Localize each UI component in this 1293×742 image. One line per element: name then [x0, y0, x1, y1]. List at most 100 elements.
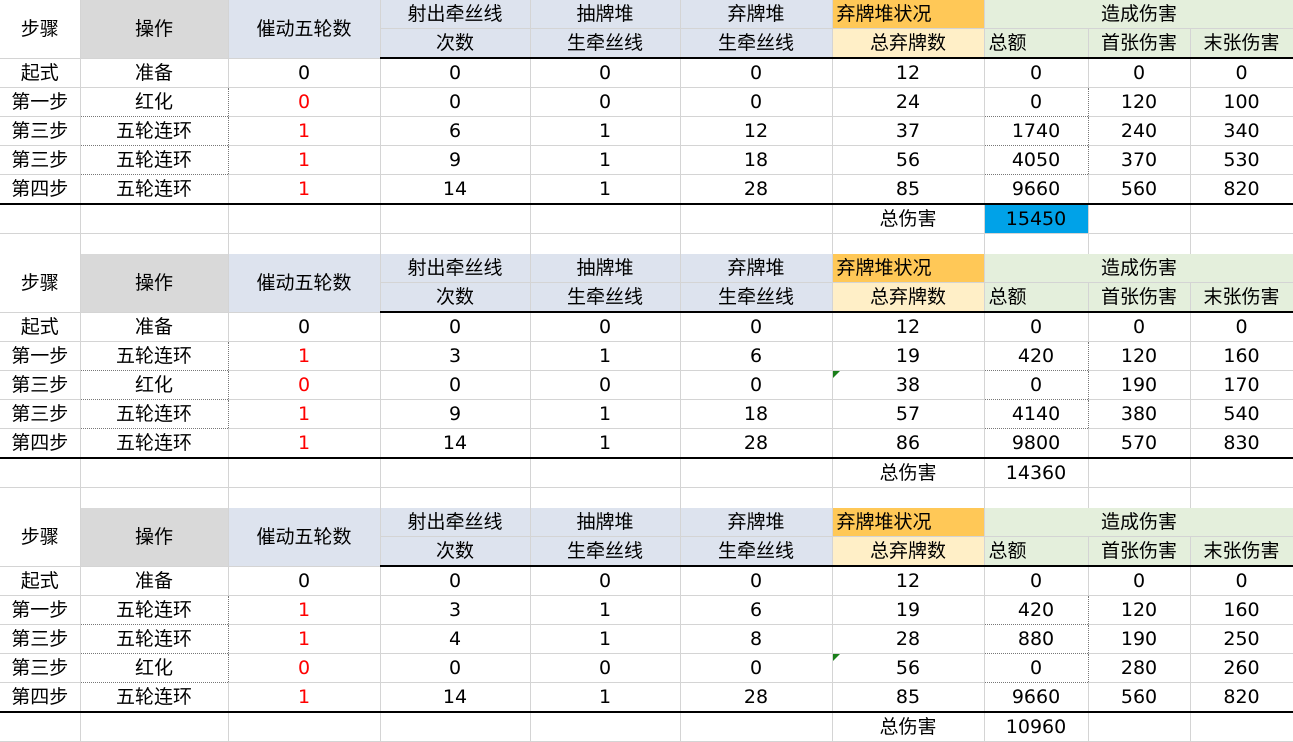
cell-draw-threads[interactable]: 1 — [530, 341, 681, 371]
cell-total[interactable]: 0 — [984, 312, 1089, 342]
cell-total-discards[interactable]: 19 — [832, 341, 985, 371]
cell-first-damage[interactable]: 190 — [1088, 370, 1191, 400]
cell-last-damage[interactable]: 0 — [1190, 58, 1293, 88]
cell-draw-threads[interactable]: 0 — [530, 87, 681, 117]
header-draw-threads[interactable]: 生牵丝线 — [530, 28, 681, 59]
header-total[interactable]: 总额 — [984, 536, 1089, 567]
cell-wheels[interactable]: 0 — [228, 58, 381, 88]
header-shoot[interactable]: 射出牵丝线 — [380, 254, 531, 283]
cell-discard-threads[interactable]: 0 — [680, 566, 833, 596]
cell-shoot-count[interactable]: 14 — [380, 428, 531, 459]
header-damage-spacer[interactable] — [1190, 254, 1293, 283]
cell-discard-threads[interactable]: 28 — [680, 174, 833, 205]
total-damage-label[interactable]: 总伤害 — [832, 712, 985, 742]
cell-shoot-count[interactable]: 6 — [380, 116, 531, 146]
cell-discard-threads[interactable]: 18 — [680, 399, 833, 429]
cell-empty[interactable] — [80, 458, 229, 488]
cell-empty[interactable] — [0, 458, 81, 488]
cell-wheels[interactable]: 1 — [228, 428, 381, 459]
header-discard-threads[interactable]: 生牵丝线 — [680, 28, 833, 59]
cell-first-damage[interactable]: 120 — [1088, 87, 1191, 117]
cell-empty[interactable] — [380, 204, 531, 234]
cell-draw-threads[interactable]: 1 — [530, 399, 681, 429]
header-draw[interactable]: 抽牌堆 — [530, 508, 681, 537]
cell-wheels[interactable]: 0 — [228, 653, 381, 683]
cell-total[interactable]: 0 — [983, 87, 1089, 117]
cell-discard-threads[interactable]: 6 — [680, 595, 833, 625]
cell-empty[interactable] — [1190, 712, 1293, 742]
cell-total-discards[interactable]: 85 — [832, 174, 985, 205]
cell-first-damage[interactable]: 380 — [1088, 399, 1191, 429]
cell-operation[interactable]: 红化 — [79, 653, 229, 683]
total-damage-value[interactable]: 10960 — [984, 712, 1089, 742]
cell-step[interactable]: 第三步 — [0, 116, 81, 146]
header-discard[interactable]: 弃牌堆 — [680, 508, 833, 537]
cell-step[interactable]: 第一步 — [0, 595, 81, 625]
header-damage-spacer[interactable] — [984, 0, 1088, 29]
cell-total-discards[interactable]: 56 — [832, 145, 985, 175]
cell-draw-threads[interactable]: 1 — [530, 624, 681, 654]
header-draw-threads[interactable]: 生牵丝线 — [530, 536, 681, 567]
cell-empty[interactable] — [530, 712, 681, 742]
header-status[interactable]: 弃牌堆状况 — [832, 254, 985, 283]
cell-total-discards[interactable]: 24 — [832, 87, 985, 117]
cell-step[interactable]: 第一步 — [0, 87, 81, 117]
cell-last-damage[interactable]: 0 — [1190, 566, 1293, 596]
cell-last-damage[interactable]: 540 — [1190, 399, 1293, 429]
cell-first-damage[interactable]: 120 — [1088, 341, 1191, 371]
cell-empty[interactable] — [680, 458, 833, 488]
total-damage-label[interactable]: 总伤害 — [832, 458, 985, 488]
cell-draw-threads[interactable]: 1 — [530, 428, 681, 459]
cell-last-damage[interactable]: 0 — [1190, 312, 1293, 342]
cell-shoot-count[interactable]: 9 — [380, 145, 531, 175]
cell-total-discards[interactable]: 57 — [832, 399, 985, 429]
cell-empty[interactable] — [80, 204, 229, 234]
cell-shoot-count[interactable]: 14 — [380, 174, 531, 205]
cell-shoot-count[interactable]: 9 — [380, 399, 531, 429]
cell-operation[interactable]: 五轮连环 — [79, 145, 229, 175]
cell-last-damage[interactable]: 820 — [1190, 682, 1293, 713]
cell-first-damage[interactable]: 370 — [1088, 145, 1191, 175]
cell-empty[interactable] — [228, 458, 381, 488]
cell-total[interactable]: 0 — [983, 370, 1089, 400]
cell-discard-threads[interactable]: 0 — [680, 312, 833, 342]
cell-total[interactable]: 4140 — [983, 399, 1089, 429]
cell-discard-threads[interactable]: 0 — [680, 87, 833, 117]
cell-discard-threads[interactable]: 18 — [680, 145, 833, 175]
cell-discard-threads[interactable]: 0 — [680, 653, 833, 683]
cell-empty[interactable] — [680, 204, 833, 234]
cell-step[interactable]: 第三步 — [0, 624, 81, 654]
cell-empty[interactable] — [228, 204, 381, 234]
header-draw-threads[interactable]: 生牵丝线 — [530, 282, 681, 313]
cell-shoot-count[interactable]: 0 — [380, 566, 531, 596]
header-first-damage[interactable]: 首张伤害 — [1088, 28, 1191, 59]
header-status[interactable]: 弃牌堆状况 — [832, 0, 985, 29]
cell-step[interactable]: 起式 — [0, 312, 81, 342]
header-total-discards[interactable]: 总弃牌数 — [832, 28, 985, 59]
cell-total[interactable]: 1740 — [983, 116, 1089, 146]
header-step[interactable]: 步骤 — [0, 254, 81, 313]
cell-first-damage[interactable]: 280 — [1088, 653, 1191, 683]
header-wheels[interactable]: 催动五轮数 — [228, 508, 381, 567]
cell-first-damage[interactable]: 190 — [1088, 624, 1191, 654]
cell-discard-threads[interactable]: 0 — [680, 58, 833, 88]
cell-operation[interactable]: 准备 — [80, 58, 229, 88]
cell-empty[interactable] — [1088, 458, 1191, 488]
header-damage-spacer[interactable] — [984, 508, 1088, 537]
total-damage-label[interactable]: 总伤害 — [832, 204, 985, 234]
cell-step[interactable]: 第三步 — [0, 399, 81, 429]
header-last-damage[interactable]: 末张伤害 — [1190, 536, 1293, 567]
header-step[interactable]: 步骤 — [0, 508, 81, 567]
cell-draw-threads[interactable]: 1 — [530, 595, 681, 625]
header-total[interactable]: 总额 — [984, 282, 1089, 313]
cell-draw-threads[interactable]: 0 — [530, 58, 681, 88]
header-shoot-count[interactable]: 次数 — [380, 536, 531, 567]
cell-first-damage[interactable]: 120 — [1088, 595, 1191, 625]
total-damage-value[interactable]: 14360 — [984, 458, 1089, 488]
cell-operation[interactable]: 准备 — [80, 566, 229, 596]
header-damage[interactable]: 造成伤害 — [1088, 254, 1190, 283]
header-discard-threads[interactable]: 生牵丝线 — [680, 536, 833, 567]
cell-shoot-count[interactable]: 0 — [380, 58, 531, 88]
cell-discard-threads[interactable]: 12 — [680, 116, 833, 146]
header-damage[interactable]: 造成伤害 — [1088, 0, 1190, 29]
